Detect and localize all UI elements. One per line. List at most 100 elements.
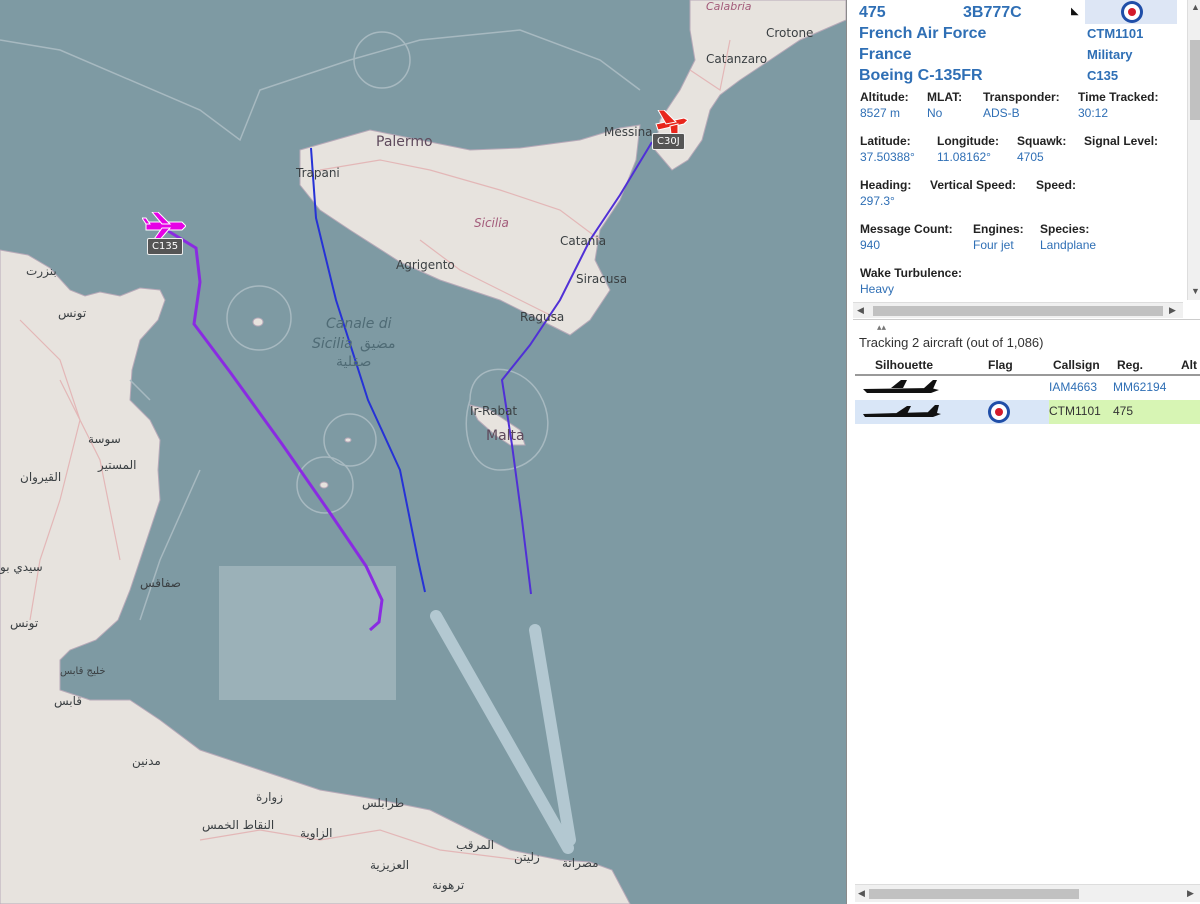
aircraft-operator: French Air Force	[859, 25, 987, 42]
map-label-canale: Canale di	[326, 316, 392, 332]
map-label-catania: Catania	[560, 234, 607, 248]
scroll-right-icon[interactable]: ▶	[1169, 305, 1176, 316]
field-signal-level: Signal Level:	[1084, 134, 1159, 148]
map-label-palermo: Palermo	[376, 134, 433, 150]
flag-box	[1085, 0, 1177, 24]
map-label-misrata: مصراتة	[562, 856, 599, 870]
map-label-gabes: قابس	[54, 694, 83, 708]
aircraft-tag-c30j[interactable]: C30J	[652, 133, 685, 150]
map-label-siracusa: Siracusa	[576, 272, 628, 286]
map-label-sea-ar2: صقلية	[336, 354, 372, 370]
map-label-ragusa: Ragusa	[520, 310, 565, 324]
map-label-zuwara: زوارة	[256, 790, 284, 804]
french-roundel-icon	[1121, 1, 1143, 23]
map-label-gulf-gabes: خليج قابس	[60, 666, 106, 677]
field-squawk: Squawk: 4705	[1017, 134, 1067, 164]
c135-silhouette-icon	[863, 405, 941, 417]
table-row[interactable]: IAM4663 MM62194	[855, 376, 1200, 400]
map-label-catanzaro: Catanzaro	[706, 52, 768, 66]
map-label-sfax: صفاقس	[140, 576, 181, 590]
row-reg: 475	[1113, 404, 1134, 418]
list-horizontal-scrollbar[interactable]: ◀ ▶	[855, 884, 1200, 902]
scroll-left-icon[interactable]: ◀	[857, 305, 864, 316]
list-scroll-left-icon[interactable]: ◀	[858, 888, 865, 899]
airspace-area[interactable]	[219, 566, 396, 700]
map-view[interactable]: Calabria Crotone Catanzaro Palermo Trapa…	[0, 0, 846, 904]
tracking-count: Tracking 2 aircraft (out of 1,086)	[859, 335, 1044, 350]
pointer-icon: ◣	[1071, 6, 1079, 17]
aircraft-typecode: C135	[1087, 68, 1119, 83]
map-label-zliten: زليتن	[514, 850, 540, 864]
aircraft-tag-c135[interactable]: C135	[147, 238, 184, 255]
map-label-messina: Messina	[604, 125, 653, 139]
col-silhouette[interactable]: Silhouette	[875, 358, 933, 372]
aircraft-callsign: CTM1101	[1087, 26, 1144, 41]
map-label-sicilia-sea: Sicilia	[312, 336, 353, 352]
map-label-tarhuna: ترهونة	[432, 878, 465, 892]
field-message-count: Message Count: 940	[860, 222, 953, 252]
c130-silhouette-icon	[863, 380, 939, 393]
field-time-tracked: Time Tracked: 30:12	[1078, 90, 1159, 120]
map-label-trapani: Trapani	[296, 166, 340, 180]
col-alt[interactable]: Alt	[1181, 358, 1197, 372]
selected-aircraft-panel: 475 3B777C ◣ French Air Force France Boe…	[853, 0, 1200, 320]
list-scroll-right-icon[interactable]: ▶	[1187, 888, 1194, 899]
field-altitude: Altitude: 8527 m	[860, 90, 909, 120]
map-label-kairouan: القيروان	[20, 470, 62, 484]
map-label-crotone: Crotone	[766, 26, 814, 40]
projected-paths	[430, 610, 576, 854]
map-label-calabria: Calabria	[706, 0, 752, 13]
sicily-land	[299, 124, 641, 336]
map-label-aziziya: العزيزية	[370, 858, 410, 872]
aircraft-icao: 3B777C	[963, 4, 1022, 21]
field-longitude: Longitude: 11.08162°	[937, 134, 999, 164]
map-label-nuqat: النقاط الخمس	[202, 818, 275, 832]
aircraft-type: Boeing C-135FR	[859, 67, 983, 84]
aircraft-list-header: Silhouette Flag Callsign Reg. Alt	[855, 354, 1200, 376]
map-label-agrigento: Agrigento	[396, 258, 455, 272]
map-label-tunis-2: تونس	[10, 616, 39, 630]
map-label-marqab: المرقب	[456, 838, 495, 852]
aircraft-list: Silhouette Flag Callsign Reg. Alt IAM466…	[855, 354, 1200, 424]
table-row-selected[interactable]: CTM1101 475	[855, 400, 1200, 424]
scroll-down-icon[interactable]: ▼	[1191, 286, 1200, 296]
row-callsign: IAM4663	[1049, 380, 1098, 394]
row-callsign: CTM1101	[1049, 404, 1101, 418]
scroll-up-icon[interactable]: ▲	[1191, 2, 1200, 12]
details-horizontal-scrollbar[interactable]: ◀ ▶	[853, 302, 1183, 318]
field-engines: Engines: Four jet	[973, 222, 1024, 252]
field-latitude: Latitude: 37.50388°	[860, 134, 915, 164]
field-species: Species: Landplane	[1040, 222, 1097, 252]
aircraft-category: Military	[1087, 47, 1133, 62]
flag-france-icon	[988, 401, 1010, 423]
list-scroll-thumb[interactable]	[869, 889, 1079, 899]
selected-aircraft-header: 475 3B777C ◣ French Air Force France Boe…	[853, 0, 1183, 90]
horizontal-scroll-thumb[interactable]	[873, 306, 1163, 316]
field-transponder: Transponder: ADS-B	[983, 90, 1060, 120]
map-label-malta: Malta	[486, 428, 525, 444]
map-label-sicilia: Sicilia	[474, 216, 509, 230]
aircraft-country: France	[859, 46, 912, 63]
map-label-bizerte: بنزرت	[26, 264, 57, 278]
map-label-sousse: سوسة	[88, 432, 121, 446]
field-vertical-speed: Vertical Speed:	[930, 178, 1017, 192]
row-reg: MM62194	[1113, 380, 1167, 394]
field-wake-turbulence: Wake Turbulence: Heavy	[860, 266, 963, 296]
map-label-sidi: سيدي بو	[0, 560, 43, 574]
panel-resize-handle-icon[interactable]: ▴▴	[877, 322, 886, 333]
col-flag[interactable]: Flag	[988, 358, 1013, 372]
field-mlat: MLAT: No	[927, 90, 963, 120]
map-label-medenine: مدنين	[132, 754, 161, 768]
map-label-sea-ar1: مضيق	[360, 336, 396, 352]
col-callsign[interactable]: Callsign	[1053, 358, 1100, 372]
map-label-ir-rabat: Ir-Rabat	[470, 404, 518, 418]
col-reg[interactable]: Reg.	[1117, 358, 1143, 372]
field-speed: Speed:	[1036, 178, 1077, 192]
map-label-tunis: تونس	[58, 306, 87, 320]
aircraft-registration: 475	[859, 4, 886, 21]
details-vertical-scrollbar[interactable]: ▲ ▼	[1187, 0, 1200, 300]
map-label-tripoli: طرابلس	[362, 796, 405, 810]
vertical-scroll-thumb[interactable]	[1190, 40, 1200, 120]
field-heading: Heading: 297.3°	[860, 178, 912, 208]
map-label-zawiya: الزاوية	[300, 826, 333, 840]
